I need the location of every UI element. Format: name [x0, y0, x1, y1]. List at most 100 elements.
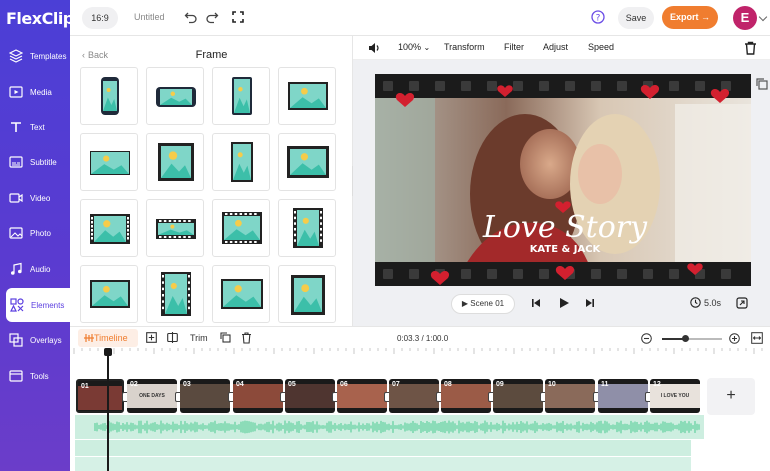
zoom-in-icon[interactable] — [729, 333, 740, 344]
duplicate-icon[interactable] — [220, 332, 231, 343]
user-avatar[interactable]: E — [733, 6, 757, 30]
top-bar: 16:9 Untitled ? Save Export → E — [70, 0, 770, 36]
redo-icon[interactable] — [205, 10, 219, 24]
frame-option[interactable] — [80, 133, 138, 191]
adjust-button[interactable]: Adjust — [543, 42, 568, 52]
zoom-slider[interactable] — [662, 338, 722, 340]
aspect-ratio-button[interactable]: 16:9 — [82, 7, 118, 29]
clip-number: 07 — [392, 381, 400, 388]
play-icon[interactable] — [558, 297, 570, 309]
transform-button[interactable]: Transform — [444, 42, 485, 52]
audio-track-1[interactable] — [75, 415, 704, 439]
frame-option[interactable] — [146, 133, 204, 191]
scene-clip[interactable]: 10 — [545, 379, 595, 413]
scene-clip[interactable]: 12 I LOVE YOU — [650, 379, 700, 413]
fit-screen-icon[interactable] — [736, 297, 748, 309]
audio-track-3[interactable] — [75, 457, 691, 471]
scene-clip[interactable]: 03 — [180, 379, 230, 413]
scene-selector[interactable]: ▶ Scene 01 — [451, 294, 515, 314]
save-button[interactable]: Save — [618, 7, 654, 29]
trim-button[interactable]: Trim — [190, 333, 208, 343]
video-preview[interactable]: Love Story KATE & JACK — [375, 74, 751, 286]
sidebar-item-media[interactable]: Media — [0, 75, 70, 109]
frame-option[interactable] — [278, 67, 336, 125]
project-name[interactable]: Untitled — [134, 12, 165, 22]
frame-thumbnail — [291, 275, 325, 315]
filter-button[interactable]: Filter — [504, 42, 524, 52]
frame-option[interactable] — [278, 133, 336, 191]
timeline-toolbar: Timeline Trim 0:03.3 / 1:00.0 — [70, 326, 770, 348]
audio-icon — [11, 262, 22, 275]
scene-clip[interactable]: 04 — [233, 379, 283, 413]
fullscreen-icon[interactable] — [231, 10, 245, 24]
frame-option[interactable] — [146, 265, 204, 323]
frame-thumbnail — [156, 87, 196, 107]
scene-clip[interactable]: 06 — [337, 379, 387, 413]
frame-option[interactable] — [80, 199, 138, 257]
frame-option[interactable] — [278, 265, 336, 323]
add-scene-icon[interactable] — [146, 332, 157, 343]
sidebar-item-elements[interactable]: Elements — [6, 288, 70, 322]
zoom-out-icon[interactable] — [641, 333, 652, 344]
export-button[interactable]: Export → — [662, 6, 718, 29]
previous-icon[interactable] — [531, 298, 541, 308]
sidebar-item-audio[interactable]: Audio — [0, 252, 70, 286]
frame-thumbnail — [232, 77, 252, 115]
frame-option[interactable] — [146, 67, 204, 125]
volume-icon[interactable] — [367, 41, 381, 55]
frame-option[interactable] — [80, 67, 138, 125]
frame-option[interactable] — [212, 199, 270, 257]
playhead[interactable] — [107, 350, 109, 471]
frame-option[interactable] — [278, 199, 336, 257]
split-icon[interactable] — [167, 332, 178, 343]
sidebar-item-overlays[interactable]: Overlays — [0, 323, 70, 357]
frame-option[interactable] — [80, 265, 138, 323]
scene-clip[interactable]: 09 — [493, 379, 543, 413]
sidebar-item-photo[interactable]: Photo — [0, 216, 70, 250]
scene-clip[interactable]: 08 — [441, 379, 491, 413]
help-icon[interactable]: ? — [591, 10, 605, 24]
clip-number: 10 — [548, 381, 556, 388]
subtitle-icon — [9, 156, 23, 168]
frame-option[interactable] — [212, 133, 270, 191]
zoom-value: 100% — [398, 42, 422, 52]
scene-clip[interactable]: 05 — [285, 379, 335, 413]
zoom-select[interactable]: 100% ⌄ — [398, 42, 430, 52]
scene-clip[interactable]: 07 — [389, 379, 439, 413]
undo-icon[interactable] — [184, 10, 198, 24]
clip-number: 01 — [81, 383, 89, 390]
sidebar-item-text[interactable]: Text — [0, 110, 70, 144]
frame-thumbnail — [293, 208, 323, 248]
frame-option[interactable] — [212, 67, 270, 125]
sidebar-item-tools[interactable]: Tools — [0, 359, 70, 393]
copy-frame-icon[interactable] — [755, 77, 769, 91]
sidebar-item-label: Elements — [31, 300, 65, 310]
export-label: Export — [669, 12, 699, 22]
timeline-ruler[interactable] — [70, 348, 770, 376]
add-scene-button[interactable]: + — [707, 378, 755, 415]
sidebar-item-video[interactable]: Video — [0, 181, 70, 215]
tools-icon — [9, 370, 23, 382]
audio-track-2[interactable] — [75, 440, 691, 456]
frame-option[interactable] — [146, 199, 204, 257]
elements-icon — [10, 298, 24, 312]
frame-thumbnail — [287, 146, 329, 178]
scene-clip[interactable]: 11 — [598, 379, 648, 413]
frame-thumbnail — [156, 219, 196, 239]
zoom-slider-fill — [662, 338, 684, 340]
fit-timeline-icon[interactable] — [751, 332, 763, 344]
zoom-slider-handle[interactable] — [682, 335, 689, 342]
scene-duration[interactable]: 5.0s — [704, 298, 721, 308]
frame-option[interactable] — [212, 265, 270, 323]
next-icon[interactable] — [585, 298, 595, 308]
speed-button[interactable]: Speed — [588, 42, 614, 52]
trash-icon[interactable] — [744, 41, 757, 55]
sidebar-item-subtitle[interactable]: Subtitle — [0, 145, 70, 179]
chevron-down-icon[interactable] — [758, 12, 768, 22]
delete-scene-icon[interactable] — [241, 332, 252, 344]
sidebar-item-templates[interactable]: Templates — [0, 39, 70, 73]
scene-clip[interactable]: 02 ONE DAYS — [127, 379, 177, 413]
scene-clip[interactable]: 01 — [76, 379, 124, 413]
sidebar-item-label: Photo — [30, 228, 51, 238]
layers-icon — [9, 49, 23, 63]
